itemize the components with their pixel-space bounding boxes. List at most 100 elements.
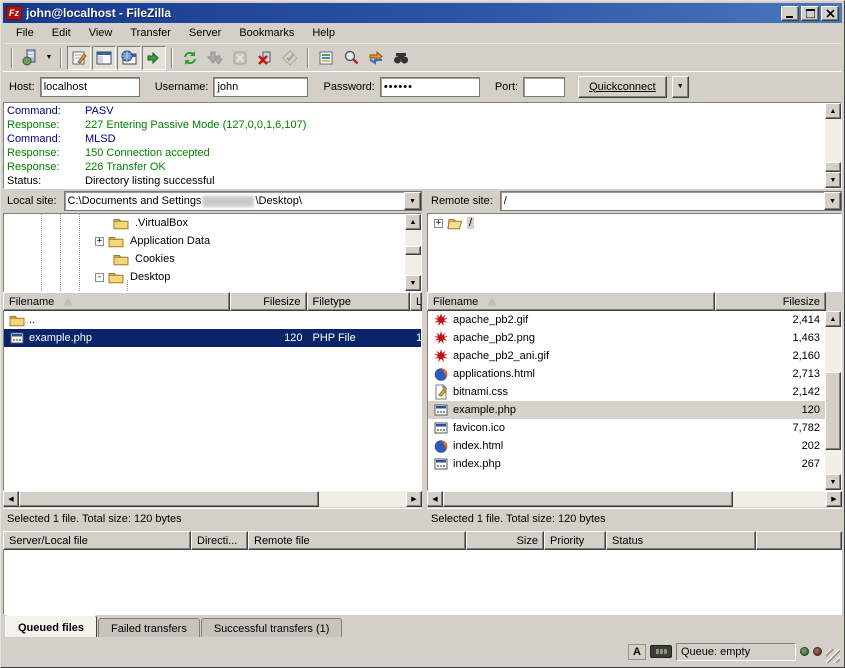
column-header-server-local-file[interactable]: Server/Local file (3, 531, 191, 550)
column-header-filetype[interactable]: Filetype (307, 292, 411, 311)
encryption-status-icon[interactable] (650, 645, 672, 658)
scroll-thumb[interactable] (405, 246, 421, 255)
file-row[interactable]: applications.html2,713 (428, 365, 825, 383)
scroll-down-icon[interactable]: ▼ (825, 474, 841, 490)
scroll-thumb[interactable] (19, 491, 319, 507)
host-input[interactable] (40, 77, 140, 97)
menu-help[interactable]: Help (303, 24, 344, 42)
folder-icon (113, 215, 129, 231)
scroll-left-icon[interactable]: ◀ (3, 491, 19, 507)
scroll-down-icon[interactable]: ▼ (825, 172, 841, 188)
scroll-thumb[interactable] (825, 162, 841, 172)
resize-grip[interactable] (826, 649, 840, 663)
scroll-up-icon[interactable]: ▲ (825, 311, 841, 327)
menu-view[interactable]: View (80, 24, 122, 42)
username-input[interactable] (213, 77, 308, 97)
queue-body[interactable] (3, 550, 842, 615)
tree-item[interactable]: .VirtualBox (4, 214, 405, 232)
expand-icon[interactable]: + (95, 237, 104, 246)
scroll-up-icon[interactable]: ▲ (405, 214, 421, 230)
quickconnect-dropdown[interactable]: ▼ (672, 76, 689, 98)
local-hscrollbar[interactable]: ◀ ▶ (3, 491, 422, 507)
disconnect-button[interactable] (253, 46, 277, 70)
titlebar[interactable]: Fz john@localhost - FileZilla (3, 3, 842, 23)
column-header-size[interactable]: Size (466, 531, 544, 550)
remote-path-combo[interactable]: / ▼ (500, 191, 842, 211)
file-row[interactable]: apache_pb2.gif2,414 (428, 311, 825, 329)
tree-item[interactable]: Cookies (4, 250, 405, 268)
column-header-status[interactable]: Status (606, 531, 756, 550)
log-scrollbar[interactable]: ▲ ▼ (825, 103, 841, 188)
file-row-selected[interactable]: example.php 120 PHP File 1 (4, 329, 421, 347)
column-header-priority[interactable]: Priority (544, 531, 606, 550)
tree-item[interactable]: + / (428, 214, 841, 232)
file-row[interactable]: favicon.ico7,782 (428, 419, 825, 437)
column-header-direction[interactable]: Directi... (191, 531, 248, 550)
column-header-filesize[interactable]: Filesize (230, 292, 307, 311)
remote-vscrollbar[interactable]: ▲ ▼ (825, 311, 841, 490)
file-row-selected[interactable]: example.php120 (428, 401, 825, 419)
column-header-last-modified[interactable]: L (410, 292, 422, 311)
file-row[interactable]: index.html202 (428, 437, 825, 455)
tab-queued-files[interactable]: Queued files (5, 615, 97, 637)
local-path-dropdown[interactable]: ▼ (404, 192, 421, 210)
close-button[interactable] (821, 6, 839, 21)
file-row[interactable]: bitnami.css2,142 (428, 383, 825, 401)
menu-transfer[interactable]: Transfer (121, 24, 180, 42)
column-header-filesize[interactable]: Filesize (715, 292, 826, 311)
file-row[interactable]: apache_pb2.png1,463 (428, 329, 825, 347)
remote-site-label: Remote site: (427, 193, 497, 209)
remote-hscrollbar[interactable]: ◀ ▶ (427, 491, 842, 507)
toggle-transfer-queue-button[interactable] (142, 46, 166, 70)
scroll-right-icon[interactable]: ▶ (406, 491, 422, 507)
password-input[interactable] (380, 77, 480, 97)
expand-icon[interactable]: + (434, 219, 443, 228)
minimize-button[interactable] (781, 6, 799, 21)
file-row[interactable]: index.php267 (428, 455, 825, 473)
tab-successful-transfers[interactable]: Successful transfers (1) (201, 618, 343, 637)
queue-status: Queue: empty (676, 643, 796, 661)
tree-item[interactable]: - Desktop (4, 268, 405, 286)
tab-failed-transfers[interactable]: Failed transfers (98, 618, 200, 637)
toggle-local-tree-button[interactable] (92, 46, 116, 70)
collapse-icon[interactable]: - (95, 273, 104, 282)
file-row[interactable]: apache_pb2_ani.gif2,160 (428, 347, 825, 365)
remote-status: Selected 1 file. Total size: 120 bytes (427, 508, 842, 528)
file-row[interactable]: .. (4, 311, 421, 329)
scroll-left-icon[interactable]: ◀ (427, 491, 443, 507)
directory-filters-button[interactable] (314, 46, 338, 70)
maximize-button[interactable] (801, 6, 819, 21)
refresh-button[interactable] (178, 46, 202, 70)
menu-server[interactable]: Server (180, 24, 230, 42)
scroll-thumb[interactable] (443, 491, 733, 507)
sort-asc-icon (64, 299, 72, 305)
find-files-button[interactable] (389, 46, 413, 70)
toggle-message-log-button[interactable] (67, 46, 91, 70)
menu-edit[interactable]: Edit (43, 24, 80, 42)
remote-path-dropdown[interactable]: ▼ (824, 192, 841, 210)
process-queue-button[interactable] (203, 46, 227, 70)
column-header-filename[interactable]: Filename (3, 292, 230, 311)
menu-bookmarks[interactable]: Bookmarks (230, 24, 303, 42)
directory-comparison-button[interactable] (339, 46, 363, 70)
tree-item[interactable]: + Application Data (4, 232, 405, 250)
cancel-operation-button[interactable] (228, 46, 252, 70)
scroll-right-icon[interactable]: ▶ (826, 491, 842, 507)
site-manager-button[interactable] (18, 46, 42, 70)
scroll-thumb[interactable] (825, 372, 841, 450)
toggle-remote-tree-button[interactable] (117, 46, 141, 70)
synchronized-browsing-button[interactable] (364, 46, 388, 70)
abort-button[interactable] (278, 46, 302, 70)
local-path-combo[interactable]: C:\Documents and Settings\Desktop\ ▼ (64, 191, 422, 211)
quickconnect-button[interactable]: Quickconnect (578, 76, 667, 98)
menu-file[interactable]: File (7, 24, 43, 42)
remote-root[interactable]: / (467, 217, 474, 229)
port-input[interactable] (523, 77, 565, 97)
site-manager-dropdown[interactable]: ▼ (43, 46, 55, 70)
local-tree-scrollbar[interactable]: ▲ ▼ (405, 214, 421, 291)
column-header-remote-file[interactable]: Remote file (248, 531, 466, 550)
column-header-filename[interactable]: Filename (427, 292, 715, 311)
scroll-down-icon[interactable]: ▼ (405, 275, 421, 291)
scroll-up-icon[interactable]: ▲ (825, 103, 841, 119)
data-type-indicator-icon[interactable]: A (628, 644, 646, 660)
